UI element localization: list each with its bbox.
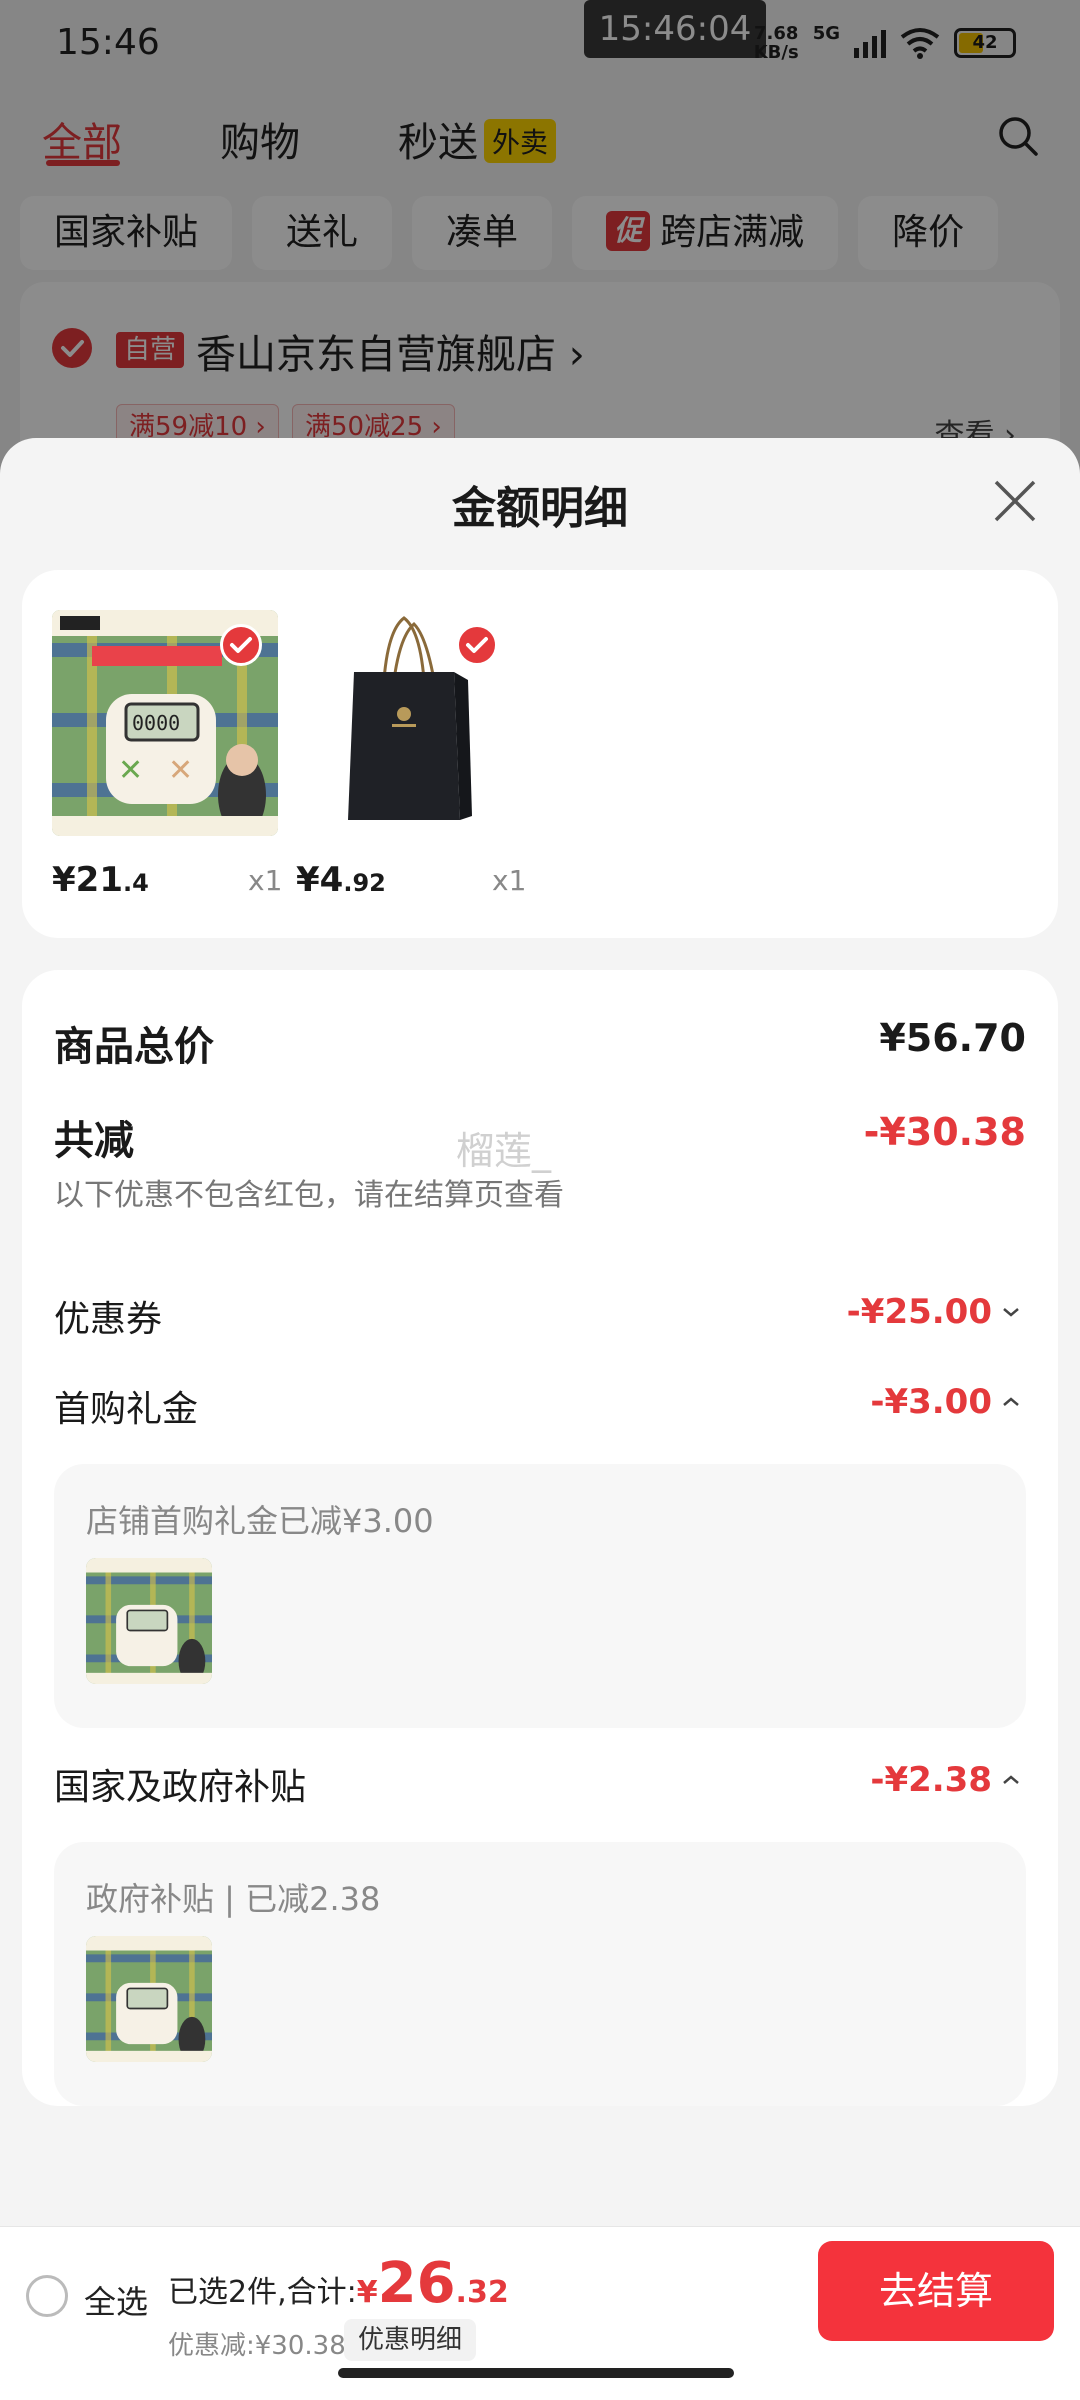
- price-decimal: .4: [122, 869, 149, 897]
- discount-detail-button[interactable]: 优惠明细: [344, 2319, 477, 2361]
- price-breakdown-card: 商品总价 ¥56.70 共减 -¥30.38 榴莲_ 以下优惠不包含红包，请在结…: [22, 970, 1058, 2106]
- summary-prefix: 已选2件,合计:: [168, 2275, 357, 2310]
- total-reduce-label: 共减: [54, 1118, 134, 1164]
- subsidy-note: 政府补贴 | 已减2.38: [86, 1880, 381, 1918]
- amount-detail-sheet: 金额明细 0000 ✕ ✕ ¥21.4 x1 ¥4.92 x1 商品总价 ¥56…: [0, 438, 1080, 2400]
- goods-total-value: ¥56.70: [879, 1016, 1026, 1060]
- product-quantity: x1: [492, 864, 527, 897]
- reduce-note: 以下优惠不包含红包，请在结算页查看: [54, 1178, 564, 1213]
- goods-total-label: 商品总价: [54, 1024, 214, 1070]
- first-gift-detail-box: 店铺首购礼金已减¥3.00: [54, 1464, 1026, 1728]
- product-price: ¥21.4: [52, 860, 149, 900]
- price-decimal: .92: [343, 869, 386, 897]
- checkout-button[interactable]: 去结算: [818, 2241, 1054, 2341]
- coupon-label: 优惠券: [54, 1299, 163, 1340]
- chevron-up-icon: [1003, 1775, 1019, 1784]
- chevron-up-icon: [1003, 1397, 1019, 1406]
- coupon-row-toggle[interactable]: -¥25.00: [847, 1292, 1022, 1332]
- product-quantity: x1: [248, 864, 283, 897]
- subsidy-detail-box: 政府补贴 | 已减2.38: [54, 1842, 1026, 2106]
- svg-text:✕: ✕: [118, 753, 143, 788]
- close-icon[interactable]: [990, 476, 1040, 526]
- select-all-label[interactable]: 全选: [84, 2277, 148, 2323]
- first-gift-note: 店铺首购礼金已减¥3.00: [86, 1502, 434, 1540]
- svg-text:✕: ✕: [168, 753, 193, 788]
- total-reduce-value: -¥30.38: [863, 1110, 1026, 1154]
- product-price: ¥4.92: [296, 860, 386, 900]
- total-decimal: .32: [455, 2275, 509, 2310]
- subsidy-label: 国家及政府补贴: [54, 1767, 307, 1808]
- chevron-down-icon: [1003, 1308, 1019, 1317]
- coupon-value: -¥25.00: [846, 1292, 992, 1332]
- subsidy-row-toggle[interactable]: -¥2.38: [870, 1760, 1022, 1800]
- product-selected-icon[interactable]: [220, 624, 262, 666]
- home-indicator[interactable]: [338, 2368, 734, 2378]
- first-gift-row-toggle[interactable]: -¥3.00: [870, 1382, 1022, 1422]
- product-item[interactable]: ¥4.92 x1: [296, 610, 526, 900]
- first-gift-value: -¥3.00: [870, 1382, 992, 1422]
- total-integer: 26: [377, 2251, 456, 2316]
- product-selected-icon[interactable]: [456, 624, 498, 666]
- price-integer: ¥21: [52, 860, 123, 900]
- total-currency: ¥: [356, 2275, 378, 2310]
- watermark-text: 榴莲_: [456, 1129, 552, 1173]
- sheet-title: 金额明细: [452, 483, 628, 534]
- product-item[interactable]: 0000 ✕ ✕ ¥21.4 x1: [52, 610, 282, 900]
- svg-text:0000: 0000: [132, 711, 180, 735]
- subsidy-value: -¥2.38: [870, 1760, 992, 1800]
- product-thumbnail-timer: [86, 1558, 212, 1684]
- first-gift-label: 首购礼金: [54, 1389, 199, 1430]
- total-summary: 已选2件,合计:¥26.32: [168, 2251, 509, 2316]
- discount-summary: 优惠减:¥30.38: [168, 2331, 346, 2361]
- selected-products-card: 0000 ✕ ✕ ¥21.4 x1 ¥4.92 x1: [22, 570, 1058, 938]
- price-integer: ¥4: [296, 860, 344, 900]
- product-thumbnail-timer: [86, 1936, 212, 2062]
- select-all-checkbox[interactable]: [26, 2275, 68, 2317]
